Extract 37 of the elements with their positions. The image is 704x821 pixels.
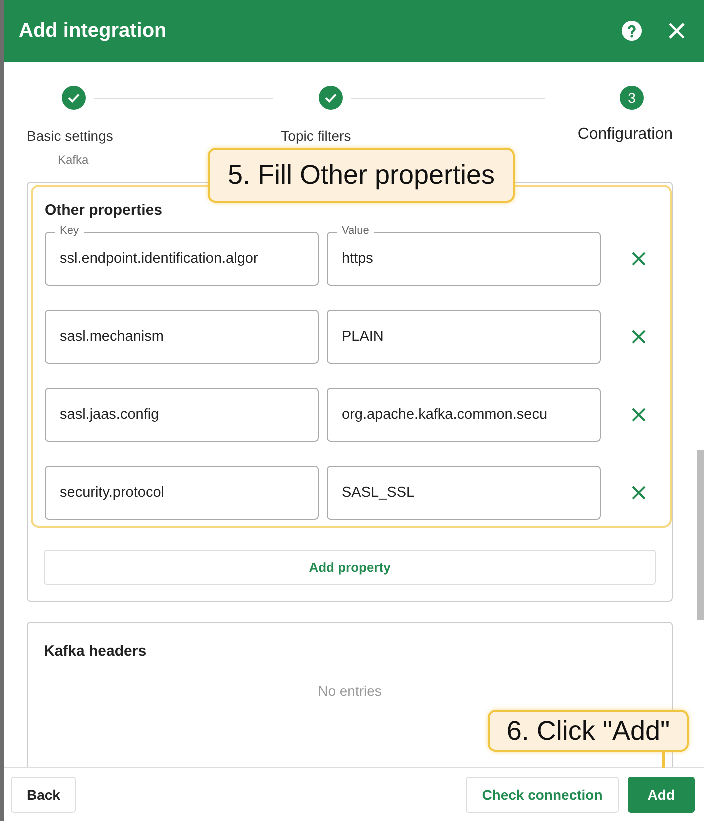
add-button[interactable]: Add [628,776,695,812]
input-field[interactable]: PLAIN [327,310,601,364]
input-field[interactable]: sasl.jaas.config [45,388,319,442]
remove-button[interactable] [631,251,647,267]
input-field[interactable]: SASL_SSL [327,466,601,520]
section-title: Kafka headers [44,643,148,660]
check-connection-button[interactable]: Check connection [466,776,619,812]
close-icon [631,407,647,423]
step-number: 3 [628,90,636,106]
callout: 6. Click "Add" [488,710,689,752]
close-button[interactable] [668,22,686,40]
help-icon [620,19,644,43]
window-title: Add integration [19,20,167,42]
remove-button[interactable] [631,329,647,345]
input-field[interactable]: org.apache.kafka.common.secu [327,388,601,442]
check-icon [67,91,81,105]
remove-button[interactable] [631,407,647,423]
close-icon [631,485,647,501]
close-icon [668,22,686,40]
scrollbar[interactable] [697,450,704,620]
callout: 5. Fill Other properties [208,148,515,203]
step-label: Basic settings [27,128,114,144]
close-icon [631,251,647,267]
close-icon [631,329,647,345]
step-label: Topic filters [281,128,352,144]
add-property-button[interactable]: Add property [44,550,656,585]
step-label: Configuration [578,126,673,144]
help-button[interactable] [620,19,644,43]
remove-button[interactable] [631,485,647,501]
input-field[interactable]: sasl.mechanism [45,310,319,364]
empty-message: No entries [317,683,383,699]
field-label: Key [55,224,84,238]
back-button[interactable]: Back [11,776,76,812]
input-field[interactable]: security.protocol [45,466,319,520]
section-title: Other properties [45,202,164,219]
check-icon [324,91,338,105]
step-sublabel: Kafka [58,153,90,167]
